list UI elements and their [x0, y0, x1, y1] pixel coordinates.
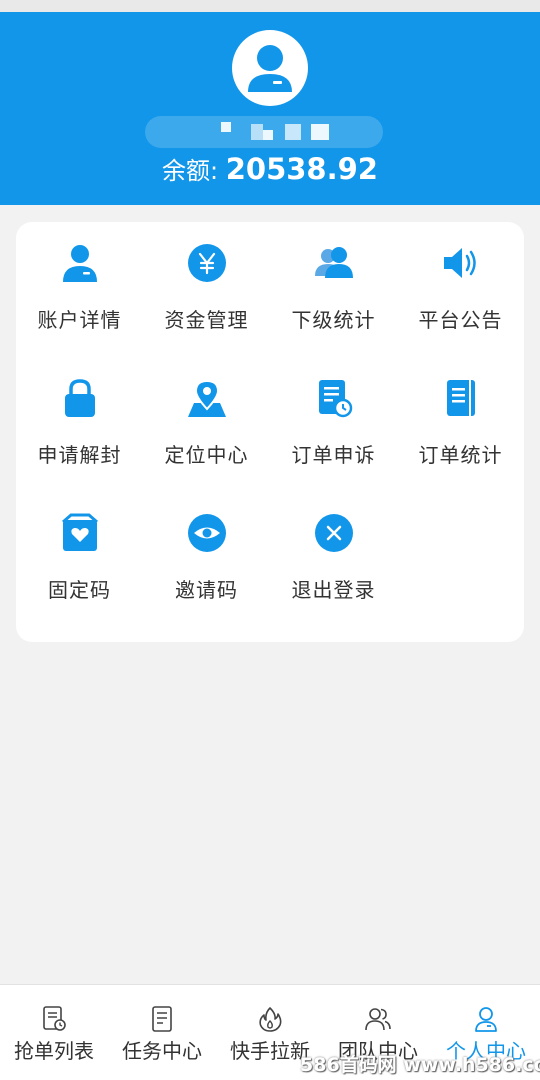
lock-icon — [65, 379, 95, 417]
eye-icon — [188, 514, 226, 552]
tab-order-list[interactable]: 抢单列表 — [0, 985, 108, 1080]
menu-card: 账户详情 资金管理 下级统计 平台公告 申请解封 定位中心 订单申诉 订单统计 … — [16, 222, 524, 642]
menu-item-account-details[interactable]: 账户详情 — [16, 222, 143, 342]
menu-item-platform-notice[interactable]: 平台公告 — [397, 222, 524, 342]
menu-item-label: 订单申诉 — [291, 443, 376, 467]
watermark: 586首码网 www.h586.com — [300, 1054, 540, 1076]
menu-item-request-unblock[interactable]: 申请解封 — [16, 357, 143, 477]
users-icon — [315, 247, 353, 278]
menu-item-label: 账户详情 — [37, 308, 122, 332]
menu-item-label: 固定码 — [48, 578, 111, 602]
user-icon — [63, 245, 97, 282]
balance: 余额: 20538.92 — [0, 148, 540, 190]
menu-item-label: 下级统计 — [291, 308, 376, 332]
tab-task-center[interactable]: 任务中心 — [108, 985, 216, 1080]
close-icon — [315, 514, 353, 552]
yen-icon — [188, 244, 226, 282]
team-icon — [365, 1008, 391, 1031]
heart-card-icon — [62, 513, 98, 551]
balance-value: 20538.92 — [225, 152, 378, 186]
status-bar — [0, 0, 540, 12]
menu-item-label: 定位中心 — [164, 443, 249, 467]
tab-label: 抢单列表 — [14, 1039, 94, 1063]
menu-item-invite-code[interactable]: 邀请码 — [143, 492, 270, 612]
menu-item-fund-management[interactable]: 资金管理 — [143, 222, 270, 342]
location-icon — [188, 379, 226, 417]
menu-item-label: 申请解封 — [37, 443, 122, 467]
menu-item-label: 资金管理 — [164, 308, 249, 332]
menu-item-location-center[interactable]: 定位中心 — [143, 357, 270, 477]
menu-item-logout[interactable]: 退出登录 — [270, 492, 397, 612]
user-avatar-icon — [248, 45, 292, 92]
menu-item-order-stats[interactable]: 订单统计 — [397, 357, 524, 477]
speaker-icon — [444, 248, 476, 278]
balance-label: 余额: — [162, 157, 226, 185]
menu-item-fixed-code[interactable]: 固定码 — [16, 492, 143, 612]
notebook-icon — [447, 380, 475, 416]
flame-icon — [259, 1007, 282, 1032]
task-list-icon — [152, 1006, 172, 1032]
tab-label: 任务中心 — [122, 1039, 202, 1063]
person-icon — [475, 1007, 497, 1032]
menu-item-label: 平台公告 — [418, 308, 503, 332]
menu-item-label: 订单统计 — [418, 443, 503, 467]
username-masked — [145, 116, 383, 148]
menu-item-order-appeal[interactable]: 订单申诉 — [270, 357, 397, 477]
menu-item-subordinate-stats[interactable]: 下级统计 — [270, 222, 397, 342]
order-clock-icon — [43, 1006, 66, 1031]
menu-item-label: 邀请码 — [175, 578, 238, 602]
menu-item-label: 退出登录 — [291, 578, 376, 602]
profile-header: 余额: 20538.92 — [0, 12, 540, 205]
document-clock-icon — [319, 380, 353, 418]
avatar[interactable] — [232, 30, 308, 106]
